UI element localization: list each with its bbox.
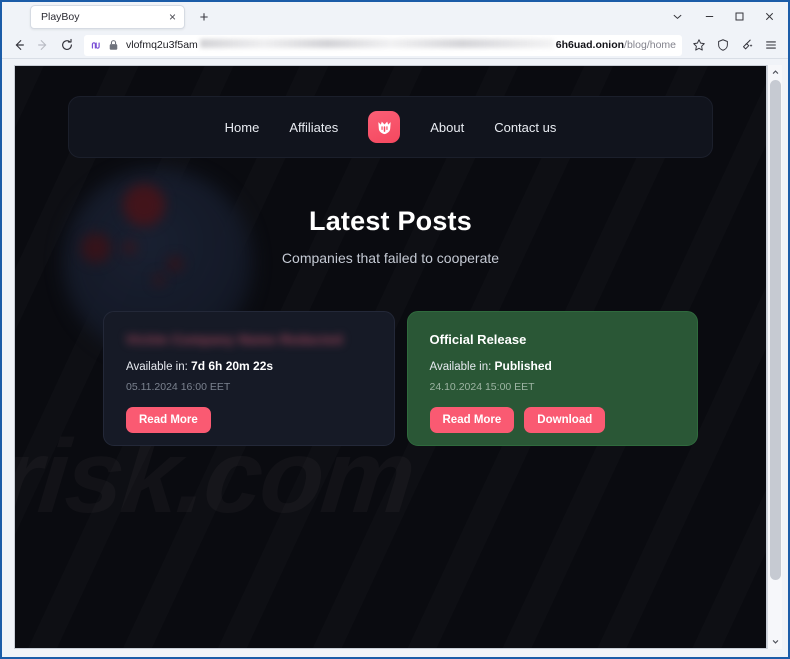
browser-tab[interactable]: PlayBoy × (30, 5, 185, 29)
read-more-button[interactable]: Read More (126, 407, 211, 433)
shield-button[interactable] (712, 34, 734, 56)
availability-value: Published (494, 359, 552, 373)
forward-button[interactable] (32, 34, 54, 56)
close-window-button[interactable] (754, 4, 784, 28)
url-path: /blog/home (624, 39, 676, 51)
availability-value: 7d 6h 20m 22s (191, 359, 274, 373)
shield-icon (718, 39, 728, 51)
site-navigation: Home Affiliates About Contact us (68, 96, 713, 158)
url-prefix: vlofmq2u3f5am (126, 39, 198, 51)
nav-item-contact-us[interactable]: Contact us (494, 120, 556, 135)
app-menu-button[interactable] (760, 34, 782, 56)
hamburger-menu-icon (766, 41, 776, 49)
close-icon[interactable]: × (167, 11, 178, 23)
nav-item-about[interactable]: About (430, 120, 464, 135)
reload-button[interactable] (56, 34, 78, 56)
tor-circuit-icon[interactable] (90, 39, 103, 52)
url-host: 6h6uad.onion (555, 39, 625, 51)
maximize-button[interactable] (724, 4, 754, 28)
hero-section: Latest Posts Companies that failed to co… (15, 206, 766, 266)
maximize-icon (735, 12, 743, 20)
availability-label: Available in: (429, 361, 492, 373)
tab-title: PlayBoy (41, 11, 80, 23)
chevron-up-icon (772, 70, 778, 74)
extensions-button[interactable] (736, 34, 758, 56)
chevron-down-glyph (673, 14, 681, 19)
availability-label: Available in: (126, 361, 188, 373)
url-redacted-segment (199, 39, 554, 48)
padlock-glyph (109, 40, 118, 50)
tab-strip: PlayBoy × + (2, 2, 788, 32)
new-tab-button[interactable]: + (193, 6, 215, 28)
bookmark-button[interactable] (688, 34, 710, 56)
page-title: Latest Posts (309, 206, 472, 236)
lock-icon[interactable] (108, 39, 119, 51)
broom-icon (743, 39, 753, 50)
post-title: Victim Company Name Redacted (126, 332, 343, 347)
post-title: Official Release (429, 332, 527, 347)
web-page: risk.com Home Affiliates About Contact u… (14, 65, 767, 649)
post-card[interactable]: Official Release Available in: Published… (406, 311, 698, 446)
scroll-down-button[interactable] (768, 634, 783, 649)
window-controls (660, 4, 784, 28)
nav-item-home[interactable]: Home (225, 120, 260, 135)
post-actions: Read More (126, 407, 394, 433)
post-date: 05.11.2024 16:00 EET (126, 381, 231, 393)
chevron-down-icon[interactable] (660, 4, 694, 28)
post-availability: Available in: 7d 6h 20m 22s (126, 359, 394, 373)
playboy-logo-icon[interactable] (368, 111, 401, 143)
page-subtitle: Companies that failed to cooperate (281, 250, 500, 266)
forward-arrow-icon (38, 40, 47, 50)
post-availability: Available in: Published (430, 359, 698, 373)
url-text: vlofmq2u3f5am 6h6uad.onion /blog/home (126, 39, 676, 51)
scrollbar-track[interactable] (768, 80, 783, 634)
star-icon (693, 39, 705, 51)
nav-item-affiliates[interactable]: Affiliates (289, 120, 338, 135)
minimize-icon (705, 15, 713, 17)
crown-shield-glyph (378, 121, 391, 134)
post-date: 24.10.2024 15:00 EET (429, 381, 535, 393)
post-card-list: Victim Company Name Redacted Available i… (103, 311, 698, 446)
navigation-toolbar: vlofmq2u3f5am 6h6uad.onion /blog/home (2, 32, 788, 59)
download-button[interactable]: Download (524, 407, 606, 433)
url-bar[interactable]: vlofmq2u3f5am 6h6uad.onion /blog/home (84, 34, 682, 56)
back-arrow-icon (15, 40, 24, 50)
browser-window: PlayBoy × + vlofmq2u3f5am 6h6uad.onion /… (0, 0, 790, 659)
planet-crater (153, 274, 165, 286)
close-icon (765, 12, 773, 20)
back-button[interactable] (8, 34, 30, 56)
tor-onion-glyph (91, 41, 100, 49)
post-card[interactable]: Victim Company Name Redacted Available i… (103, 311, 395, 446)
page-viewport: risk.com Home Affiliates About Contact u… (2, 59, 788, 657)
post-actions: Read More Download (429, 407, 698, 433)
scrollbar-thumb[interactable] (769, 80, 781, 580)
page-scrollbar[interactable] (767, 65, 782, 649)
read-more-button[interactable]: Read More (429, 407, 515, 433)
reload-icon (62, 38, 72, 50)
scroll-up-button[interactable] (768, 65, 783, 80)
minimize-button[interactable] (694, 4, 724, 28)
chevron-down-icon (772, 640, 778, 644)
